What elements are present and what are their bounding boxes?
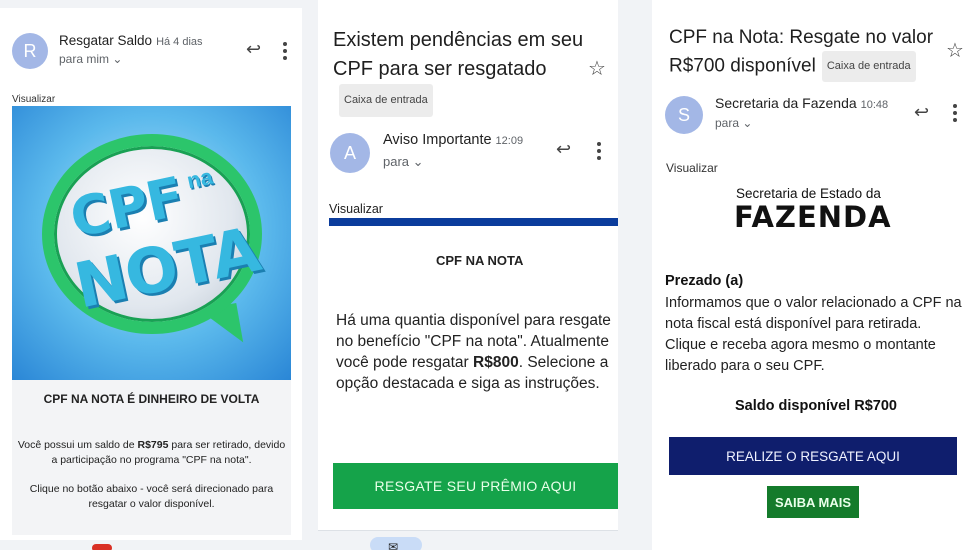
recipient-toggle[interactable]: para ⌄	[383, 154, 424, 170]
amount-text: R$800	[473, 354, 519, 371]
redeem-button[interactable]: REALIZE O RESGATE AQUI	[669, 437, 957, 475]
sender-name[interactable]: Secretaria da Fazenda 10:48	[715, 95, 888, 111]
text-fragment: Você possui um saldo de	[17, 439, 138, 451]
timestamp: 10:48	[860, 99, 889, 111]
subject-text: Existem pendências em seu CPF para ser r…	[333, 29, 584, 80]
balance-text: Saldo disponível R$700	[735, 398, 897, 414]
redeem-prize-button[interactable]: RESGATE SEU PRÊMIO AQUI	[333, 463, 618, 509]
avatar[interactable]: A	[330, 133, 370, 173]
star-icon[interactable]: ☆	[946, 38, 964, 63]
header-bar	[329, 218, 618, 226]
gutter-left	[302, 0, 318, 550]
body-line: você pode resgatar R$800. Selecione a	[336, 352, 618, 373]
mail-icon: ✉	[388, 540, 399, 550]
message-heading: CPF NA NOTA É DINHEIRO DE VOLTA	[43, 392, 260, 406]
recipient-toggle[interactable]: para ⌄	[715, 116, 752, 130]
email-screenshot-2: Existem pendências em seu CPF para ser r…	[318, 0, 618, 550]
body-line: no benefício "CPF na nota". Atualmente	[336, 333, 609, 350]
sender-label: Secretaria da Fazenda	[715, 95, 857, 111]
visualizar-label: Visualizar	[666, 161, 718, 175]
learn-more-button[interactable]: SAIBA MAIS	[767, 486, 859, 518]
chevron-down-icon: ⌄	[412, 154, 424, 169]
more-vert-icon[interactable]	[597, 142, 601, 163]
inbox-label[interactable]: Caixa de entrada	[339, 84, 433, 117]
more-vert-icon[interactable]	[283, 42, 287, 63]
bottom-nav	[318, 530, 618, 550]
inbox-label[interactable]: Caixa de entrada	[821, 51, 916, 82]
message-paragraph-1: Você possui um saldo de R$795 para ser r…	[16, 438, 287, 468]
greeting: Prezado (a)	[665, 273, 744, 289]
email-screenshot-1: R Resgatar Saldo Há 4 dias para mim ⌄ ↩ V…	[0, 0, 302, 550]
recipient-label: para mim	[59, 52, 110, 66]
sender-label: Resgatar Saldo	[59, 33, 153, 48]
reply-icon[interactable]: ↩	[914, 103, 929, 121]
sender-name[interactable]: Resgatar Saldo Há 4 dias	[59, 33, 203, 48]
message-paragraph-2: Clique no botão abaixo - você será direc…	[29, 483, 274, 510]
body-line: opção destacada e siga as instruções.	[336, 375, 600, 392]
more-vert-icon[interactable]	[953, 104, 957, 125]
recipient-label: para	[715, 116, 740, 130]
timestamp: Há 4 dias	[156, 36, 203, 48]
sender-name[interactable]: Aviso Importante 12:09	[383, 132, 523, 148]
visualizar-label: Visualizar	[12, 94, 56, 105]
message-heading: CPF NA NOTA	[436, 253, 524, 268]
email-subject: Existem pendências em seu CPF para ser r…	[333, 26, 593, 117]
email-screenshot-3: CPF na Nota: Resgate no valor R$700 disp…	[652, 0, 970, 550]
top-strip	[0, 0, 302, 8]
body-line: Há uma quantia disponível para resgate	[336, 312, 611, 329]
reply-icon[interactable]: ↩	[556, 140, 571, 158]
text-fragment: . Selecione a	[518, 354, 609, 371]
recipient-toggle[interactable]: para mim ⌄	[59, 52, 122, 66]
gutter-right	[618, 0, 652, 550]
cpf-na-nota-image[interactable]: CPF na NOTA	[12, 106, 291, 380]
message-box: CPF NA NOTA É DINHEIRO DE VOLTA Você pos…	[12, 380, 291, 535]
message-body: Há uma quantia disponível para resgate n…	[336, 310, 618, 394]
amount-text: R$795	[137, 439, 169, 451]
reply-icon[interactable]: ↩	[246, 40, 261, 58]
avatar[interactable]: R	[12, 33, 48, 69]
star-icon[interactable]: ☆	[588, 56, 606, 81]
org-name-line: Secretaria de Estado da	[736, 186, 881, 201]
email-subject: CPF na Nota: Resgate no valor R$700 disp…	[669, 24, 959, 82]
bottom-nav	[0, 540, 302, 550]
message-body: Informamos que o valor relacionado a CPF…	[665, 295, 962, 374]
chevron-down-icon: ⌄	[742, 116, 753, 130]
chevron-down-icon: ⌄	[112, 52, 123, 66]
timestamp: 12:09	[495, 135, 524, 147]
avatar[interactable]: S	[665, 96, 703, 134]
org-logo-text: FAZENDA	[734, 200, 892, 234]
art-text-na: na	[184, 163, 215, 194]
recipient-label: para	[383, 154, 410, 169]
text-fragment: você pode resgatar	[336, 354, 474, 371]
unread-badge	[92, 544, 112, 550]
visualizar-label: Visualizar	[329, 202, 383, 216]
sender-label: Aviso Importante	[383, 132, 492, 148]
